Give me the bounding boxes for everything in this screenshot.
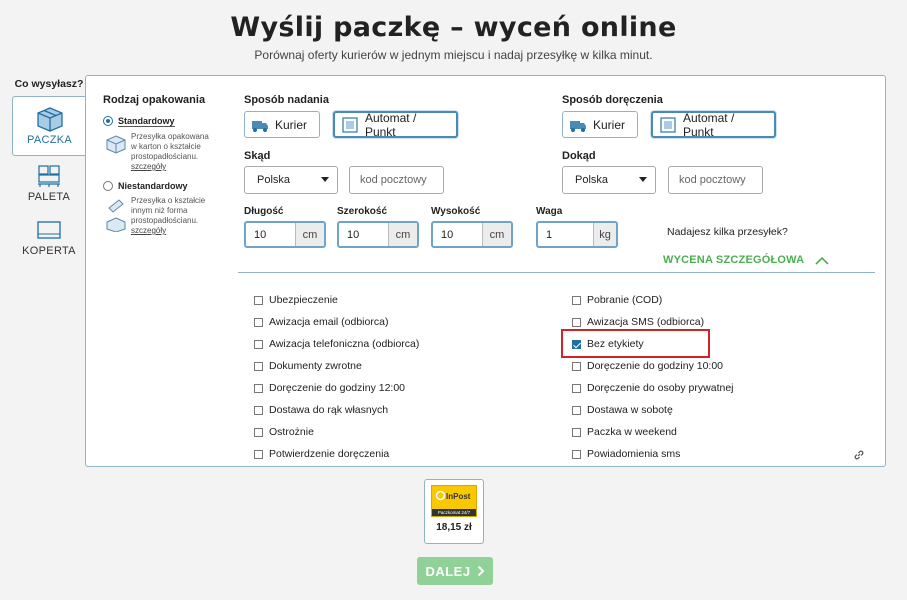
chevron-down-icon — [321, 177, 329, 182]
delivery-courier-label: Kurier — [593, 117, 626, 132]
length-label: Długość — [244, 206, 284, 217]
checkbox[interactable] — [572, 361, 581, 371]
courier-icon — [251, 117, 269, 133]
option-return-docs[interactable]: Dokumenty zwrotne — [254, 360, 362, 372]
checkbox[interactable] — [572, 405, 581, 415]
to-country-select[interactable]: Polska — [562, 166, 656, 194]
checkbox[interactable] — [254, 339, 263, 349]
option-saturday[interactable]: Dostawa w sobotę — [572, 404, 673, 416]
weight-label: Waga — [536, 206, 563, 217]
standard-desc: Przesyłka opakowana w karton o kształcie… — [131, 132, 209, 171]
checkbox[interactable] — [254, 449, 263, 459]
option-sms-notifications[interactable]: Powiadomienia sms — [572, 448, 680, 460]
section-divider — [238, 272, 875, 273]
inpost-logo: InPost Paczkomat 24/7 — [431, 485, 477, 517]
chevron-down-icon — [639, 177, 647, 182]
height-input[interactable]: 10 cm — [431, 221, 513, 248]
chevron-right-icon — [477, 565, 484, 577]
detailed-pricing-toggle[interactable]: WYCENA SZCZEGÓŁOWA — [663, 254, 829, 266]
delivery-courier-button[interactable]: Kurier — [562, 111, 638, 138]
radio-nonstandard-label[interactable]: Niestandardowy — [118, 181, 188, 191]
offer-price: 18,15 zł — [436, 522, 472, 533]
width-label: Szerokość — [337, 206, 388, 217]
page-subtitle: Porównaj oferty kurierów w jednym miejsc… — [254, 48, 653, 62]
send-courier-button[interactable]: Kurier — [244, 111, 320, 138]
option-own-hands[interactable]: Dostawa do rąk własnych — [254, 404, 388, 416]
option-fragile[interactable]: Ostrożnie — [254, 426, 314, 438]
option-private-person[interactable]: Doręczenie do osoby prywatnej — [572, 382, 734, 394]
shipment-type-tabs: Co wysyłasz? PACZKA PALETA KOPERTA — [12, 78, 86, 264]
delivery-locker-button[interactable]: Automat / Punkt — [651, 110, 776, 139]
envelope-icon — [34, 217, 64, 243]
to-label: Dokąd — [562, 150, 596, 162]
height-label: Wysokość — [431, 206, 481, 217]
from-country-select[interactable]: Polska — [244, 166, 338, 194]
link-icon[interactable] — [853, 448, 865, 460]
from-label: Skąd — [244, 150, 271, 162]
checkbox[interactable] — [254, 295, 263, 305]
option-weekend[interactable]: Paczka w weekend — [572, 426, 677, 438]
tab-label: KOPERTA — [22, 245, 76, 257]
standard-details-link[interactable]: szczegóły — [131, 162, 166, 171]
checkbox[interactable] — [254, 427, 263, 437]
pallet-icon — [34, 163, 64, 189]
tab-label: PACZKA — [27, 134, 72, 146]
page-title: Wyślij paczkę – wyceń online — [230, 12, 677, 43]
courier-icon — [569, 117, 587, 133]
send-locker-button[interactable]: Automat / Punkt — [333, 110, 458, 139]
tab-pallet[interactable]: PALETA — [12, 156, 86, 210]
offer-card-inpost[interactable]: InPost Paczkomat 24/7 18,15 zł — [424, 479, 484, 544]
radio-nonstandard[interactable] — [103, 181, 113, 191]
option-delivery-12[interactable]: Doręczenie do godziny 12:00 — [254, 382, 405, 394]
nonstandard-details-link[interactable]: szczegóły — [131, 226, 166, 235]
send-courier-label: Kurier — [275, 117, 308, 132]
checkbox[interactable] — [254, 405, 263, 415]
radio-standard[interactable] — [103, 116, 113, 126]
checkbox[interactable] — [254, 317, 263, 327]
width-input[interactable]: 10 cm — [337, 221, 419, 248]
parcel-locker-icon — [341, 116, 359, 133]
length-input[interactable]: 10 cm — [244, 221, 326, 248]
packaging-title: Rodzaj opakowania — [103, 94, 206, 106]
nonstandard-box-icon — [105, 198, 127, 237]
parcel-icon — [35, 106, 65, 132]
send-locker-label: Automat / Punkt — [364, 110, 417, 139]
option-sms-notice[interactable]: Awizacja SMS (odbiorca) — [572, 316, 704, 328]
checkbox[interactable] — [254, 361, 263, 371]
option-cod[interactable]: Pobranie (COD) — [572, 294, 662, 306]
option-insurance[interactable]: Ubezpieczenie — [254, 294, 338, 306]
checkbox[interactable] — [572, 427, 581, 437]
weight-input[interactable]: 1 kg — [536, 221, 618, 248]
next-button[interactable]: DALEJ — [417, 557, 493, 585]
delivery-method-title: Sposób doręczenia — [562, 94, 663, 106]
shipment-form-panel: Rodzaj opakowania Standardowy Przesyłka … — [85, 75, 886, 467]
send-method-title: Sposób nadania — [244, 94, 329, 106]
multi-shipment-link[interactable]: Nadajesz kilka przesyłek? — [667, 226, 788, 238]
checkbox[interactable] — [572, 449, 581, 459]
from-postal-input[interactable]: kod pocztowy — [349, 166, 444, 194]
option-email-notice[interactable]: Awizacja email (odbiorca) — [254, 316, 388, 328]
tabs-heading: Co wysyłasz? — [14, 78, 84, 90]
chevron-up-icon — [815, 256, 829, 265]
checkbox[interactable] — [572, 383, 581, 393]
checkbox[interactable] — [572, 317, 581, 327]
checkbox[interactable] — [254, 383, 263, 393]
highlight-box — [561, 329, 710, 358]
tab-parcel[interactable]: PACZKA — [12, 96, 86, 156]
to-postal-input[interactable]: kod pocztowy — [668, 166, 763, 194]
parcel-locker-icon — [659, 116, 677, 133]
standard-box-icon — [105, 134, 127, 159]
nonstandard-desc: Przesyłka o kształcie innym niż forma pr… — [131, 196, 206, 235]
radio-standard-label[interactable]: Standardowy — [118, 116, 175, 127]
option-delivery-10[interactable]: Doręczenie do godziny 10:00 — [572, 360, 723, 372]
delivery-locker-label: Automat / Punkt — [682, 110, 735, 139]
checkbox[interactable] — [572, 295, 581, 305]
tab-envelope[interactable]: KOPERTA — [12, 210, 86, 264]
option-phone-notice[interactable]: Awizacja telefoniczna (odbiorca) — [254, 338, 419, 350]
tab-label: PALETA — [27, 191, 71, 203]
option-delivery-confirmation[interactable]: Potwierdzenie doręczenia — [254, 448, 389, 460]
